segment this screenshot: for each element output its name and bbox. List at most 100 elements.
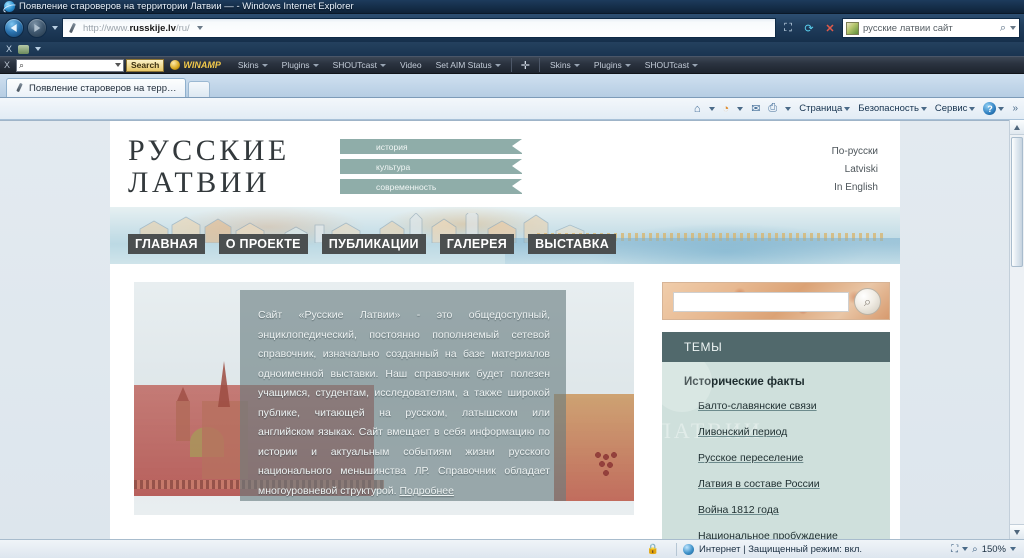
back-button[interactable] (4, 18, 24, 38)
toolbar-divider (539, 58, 541, 72)
lang-link-ru[interactable]: По-русски (832, 143, 878, 161)
mail-icon[interactable]: ✉ (748, 102, 763, 115)
winamp-close-button[interactable]: X (4, 60, 10, 70)
winamp-menu-shoutcast[interactable]: SHOUTcast (326, 60, 393, 70)
ribbon-sovremennost[interactable]: современность (340, 179, 522, 194)
hero-block: Сайт «Русские Латвии» - это общедоступны… (134, 282, 634, 515)
winamp-menu-plugins-2[interactable]: Plugins (587, 60, 638, 70)
intro-panel: Сайт «Русские Латвии» - это общедоступны… (240, 290, 566, 501)
zoom-level[interactable]: 150% (982, 544, 1006, 555)
menu-security[interactable]: Безопасность (855, 103, 930, 114)
refresh-button[interactable]: ⟳ (800, 18, 818, 38)
scroll-up-button[interactable] (1010, 120, 1024, 135)
print-menu-button[interactable] (782, 106, 794, 111)
nav-item-galereya[interactable]: ГАЛЕРЕЯ (439, 234, 515, 254)
new-tab-button[interactable] (188, 81, 210, 97)
addon-close-button[interactable]: X (6, 44, 12, 54)
security-lock-zone: 🔒 (636, 544, 670, 555)
addon-icon[interactable] (18, 44, 30, 54)
search-input[interactable]: русские латвии сайт (863, 23, 996, 34)
sidebar: ⌕ ТЕМЫ Исторические факты Балто-славянск… (662, 282, 890, 539)
page-icon (67, 22, 79, 34)
site-search-input[interactable] (674, 294, 848, 313)
lang-link-en[interactable]: In English (832, 179, 878, 197)
magnifier-icon: ⌕ (863, 293, 872, 309)
site-logo[interactable]: РУССКИЕ ЛАТВИИ (128, 135, 318, 207)
winamp-search-input[interactable]: ⌕ (16, 58, 125, 72)
topic-link-russian-migration[interactable]: Русское переселение (698, 452, 803, 464)
tab-label: Появление староверов на террито... (29, 82, 177, 94)
site-search-button[interactable]: ⌕ (854, 288, 881, 315)
vertical-scrollbar[interactable] (1009, 120, 1024, 539)
address-bar-url: http://www.russkije.lv/ru/ (83, 22, 190, 34)
chevron-down-icon (708, 106, 715, 111)
magnifier-icon: ⌕ (19, 59, 25, 70)
nav-item-o-proekte[interactable]: О ПРОЕКТЕ (218, 234, 308, 254)
lang-link-lv[interactable]: Latviski (832, 161, 878, 179)
winamp-menu-set-aim-status[interactable]: Set AIM Status (429, 60, 508, 70)
nav-item-glavnaya[interactable]: ГЛАВНАЯ (128, 234, 205, 254)
command-bar: ⌂ ◔ ✉ ⎙ Страница Безопасность Сервис ? » (0, 98, 1024, 120)
rss-feed-icon[interactable]: ◔ (720, 103, 733, 115)
ribbon-label: современность (376, 181, 437, 192)
address-bar[interactable]: http://www.russkije.lv/ru/ (62, 18, 776, 38)
winamp-menu-skins[interactable]: Skins (231, 60, 275, 70)
menu-page[interactable]: Страница (796, 103, 853, 114)
zoom-icon[interactable]: ⌕ (972, 544, 978, 555)
recent-pages-button[interactable] (50, 19, 59, 37)
language-switcher: По-русски Latviski In English (832, 143, 878, 197)
tab-active[interactable]: Появление староверов на террито... (6, 78, 186, 97)
page-icon (15, 83, 25, 93)
read-more-link[interactable]: Подробнее (399, 485, 453, 497)
winamp-menu-plugins[interactable]: Plugins (275, 60, 326, 70)
list-item: Балто-славянские связи (698, 396, 880, 414)
home-icon[interactable]: ⌂ (691, 103, 704, 115)
nav-item-publikacii[interactable]: ПУБЛИКАЦИИ (321, 234, 426, 254)
change-zone-icon[interactable]: ⛶ (951, 544, 958, 555)
list-item: Русское переселение (698, 448, 880, 466)
topics-list: Балто-славянские связи Ливонский период … (698, 396, 880, 539)
ribbon-istoriya[interactable]: история (340, 139, 522, 154)
winamp-brand: WINAMP (170, 60, 221, 70)
topics-body: Исторические факты Балто-славянские связ… (662, 362, 890, 539)
print-icon[interactable]: ⎙ (765, 102, 780, 115)
stop-button[interactable]: ✕ (821, 18, 839, 38)
forward-button[interactable] (27, 18, 47, 38)
menu-tools[interactable]: Сервис (932, 103, 979, 114)
winamp-search-button[interactable]: Search (126, 58, 165, 72)
help-button[interactable]: ? (980, 102, 1007, 115)
scroll-down-button[interactable] (1010, 524, 1024, 539)
topics-header: ТЕМЫ (662, 332, 890, 362)
chevron-down-icon[interactable] (962, 547, 969, 551)
winamp-menu-video[interactable]: Video (393, 60, 429, 70)
scrollbar-track[interactable] (1010, 135, 1024, 524)
chevron-down-icon[interactable] (1010, 26, 1016, 30)
chevron-down-icon[interactable] (1010, 547, 1016, 551)
addon-strip: X (0, 42, 1024, 56)
compatibility-view-button[interactable]: ⛶ (779, 18, 797, 38)
nav-item-vystavka[interactable]: ВЫСТАВКА (528, 234, 617, 254)
chevron-down-icon[interactable] (115, 63, 122, 67)
search-box[interactable]: русские латвии сайт ⌕ (842, 18, 1020, 38)
home-menu-button[interactable] (706, 106, 718, 111)
page-content: Сайт «Русские Латвии» - это общедоступны… (110, 264, 900, 539)
topic-link-national-awakening[interactable]: Национальное пробуждение (698, 530, 838, 539)
feeds-menu-button[interactable] (734, 106, 746, 111)
magnifier-icon[interactable]: ⌕ (1000, 22, 1006, 35)
site-search-field[interactable] (673, 292, 849, 313)
topic-link-balto-slavic[interactable]: Балто-славянские связи (698, 400, 817, 412)
chevron-down-icon[interactable] (35, 47, 42, 51)
toolbar-overflow-button[interactable]: » (1009, 103, 1018, 114)
topic-link-livonian[interactable]: Ливонский период (698, 426, 787, 438)
scrollbar-thumb[interactable] (1011, 137, 1023, 267)
winamp-menu-skins-2[interactable]: Skins (543, 60, 587, 70)
chevron-down-icon (920, 106, 927, 111)
winamp-add-button[interactable]: ✛ (515, 59, 536, 72)
title-bar: Появление староверов на территории Латви… (0, 0, 1024, 14)
ribbon-kultura[interactable]: культура (340, 159, 522, 174)
address-autocomplete-button[interactable] (194, 19, 206, 37)
topic-link-latvia-in-russia[interactable]: Латвия в составе России (698, 478, 820, 490)
toolbar-divider (510, 58, 512, 72)
topic-link-war-1812[interactable]: Война 1812 года (698, 504, 779, 516)
winamp-menu-shoutcast-2[interactable]: SHOUTcast (638, 60, 705, 70)
